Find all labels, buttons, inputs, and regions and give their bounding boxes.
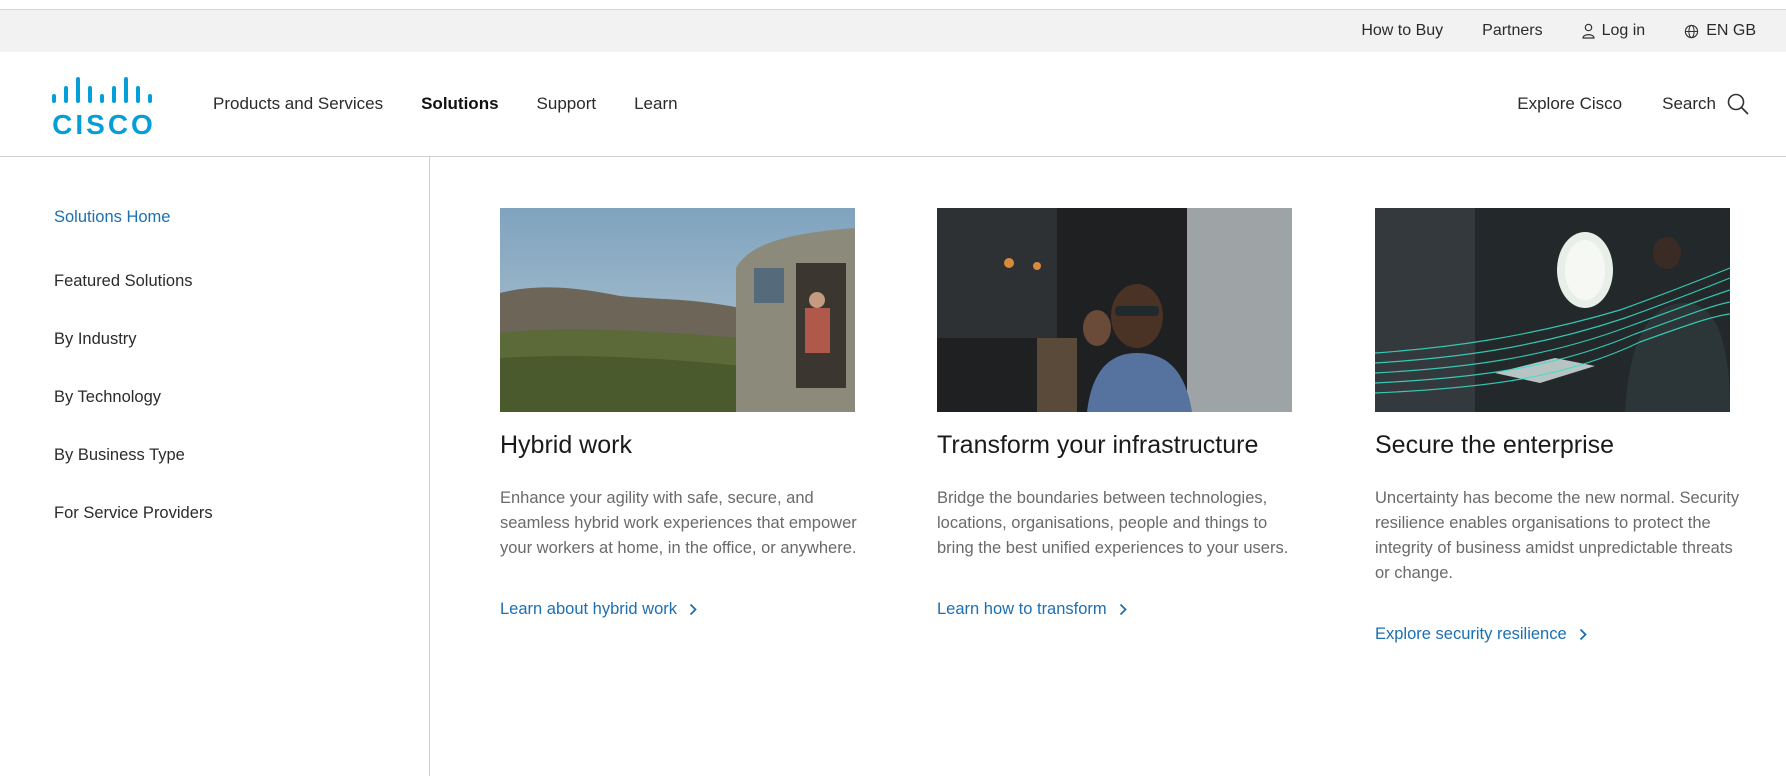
login-link[interactable]: Log in [1582,22,1646,40]
primary-nav: Products and Services Solutions Support … [213,52,716,156]
solutions-sidebar: Solutions Home Featured Solutions By Ind… [0,157,430,776]
card-title: Transform your infrastructure [937,431,1259,459]
search-icon [1727,93,1749,115]
main-navigation: CISCO Products and Services Solutions Su… [0,52,1786,157]
globe-icon [1685,24,1699,38]
explore-security-resilience-link[interactable]: Explore security resilience [1375,625,1587,644]
svg-text:CISCO: CISCO [52,109,156,136]
nav-support[interactable]: Support [537,94,597,114]
search-button[interactable]: Search [1662,92,1750,116]
nav-right: Explore Cisco Search [1517,52,1750,156]
sidebar-item-by-technology[interactable]: By Technology [54,387,213,445]
cta-label: Explore security resilience [1375,625,1567,643]
nav-learn[interactable]: Learn [634,94,677,114]
chevron-right-icon [1579,628,1587,641]
cisco-logo[interactable]: CISCO [52,72,174,136]
card-transform-infrastructure: Transform your infrastructure Bridge the… [937,208,1307,619]
transform-infrastructure-image [937,208,1292,412]
card-secure-enterprise: Secure the enterprise Uncertainty has be… [1375,208,1745,644]
language-label: EN GB [1706,22,1756,39]
learn-about-hybrid-work-link[interactable]: Learn about hybrid work [500,600,697,619]
chevron-right-icon [689,603,697,616]
language-selector[interactable]: EN GB [1684,22,1756,40]
how-to-buy-link[interactable]: How to Buy [1361,22,1443,40]
cta-label: Learn about hybrid work [500,600,678,618]
hybrid-work-image [500,208,855,412]
sidebar-item-solutions-home[interactable]: Solutions Home [54,207,213,271]
sidebar-item-by-business-type[interactable]: By Business Type [54,445,213,503]
partners-link[interactable]: Partners [1482,22,1542,40]
search-label: Search [1662,94,1716,113]
login-label: Log in [1601,22,1646,39]
learn-how-to-transform-link[interactable]: Learn how to transform [937,600,1127,619]
cta-label: Learn how to transform [937,600,1107,618]
card-title: Secure the enterprise [1375,431,1615,459]
card-description: Bridge the boundaries between technologi… [937,489,1289,557]
sidebar-item-featured-solutions[interactable]: Featured Solutions [54,271,213,329]
explore-cisco-link[interactable]: Explore Cisco [1517,94,1622,114]
card-description: Uncertainty has become the new normal. S… [1375,489,1740,582]
nav-products-and-services[interactable]: Products and Services [213,94,383,114]
sidebar-item-for-service-providers[interactable]: For Service Providers [54,503,213,561]
sidebar-item-by-industry[interactable]: By Industry [54,329,213,387]
card-title: Hybrid work [500,431,632,459]
user-icon [1582,23,1595,39]
card-hybrid-work: Hybrid work Enhance your agility with sa… [500,208,870,619]
card-description: Enhance your agility with safe, secure, … [500,489,857,557]
nav-solutions[interactable]: Solutions [421,94,498,114]
secure-enterprise-image [1375,208,1730,412]
utility-bar: How to Buy Partners Log in EN GB [0,9,1786,52]
chevron-right-icon [1119,603,1127,616]
